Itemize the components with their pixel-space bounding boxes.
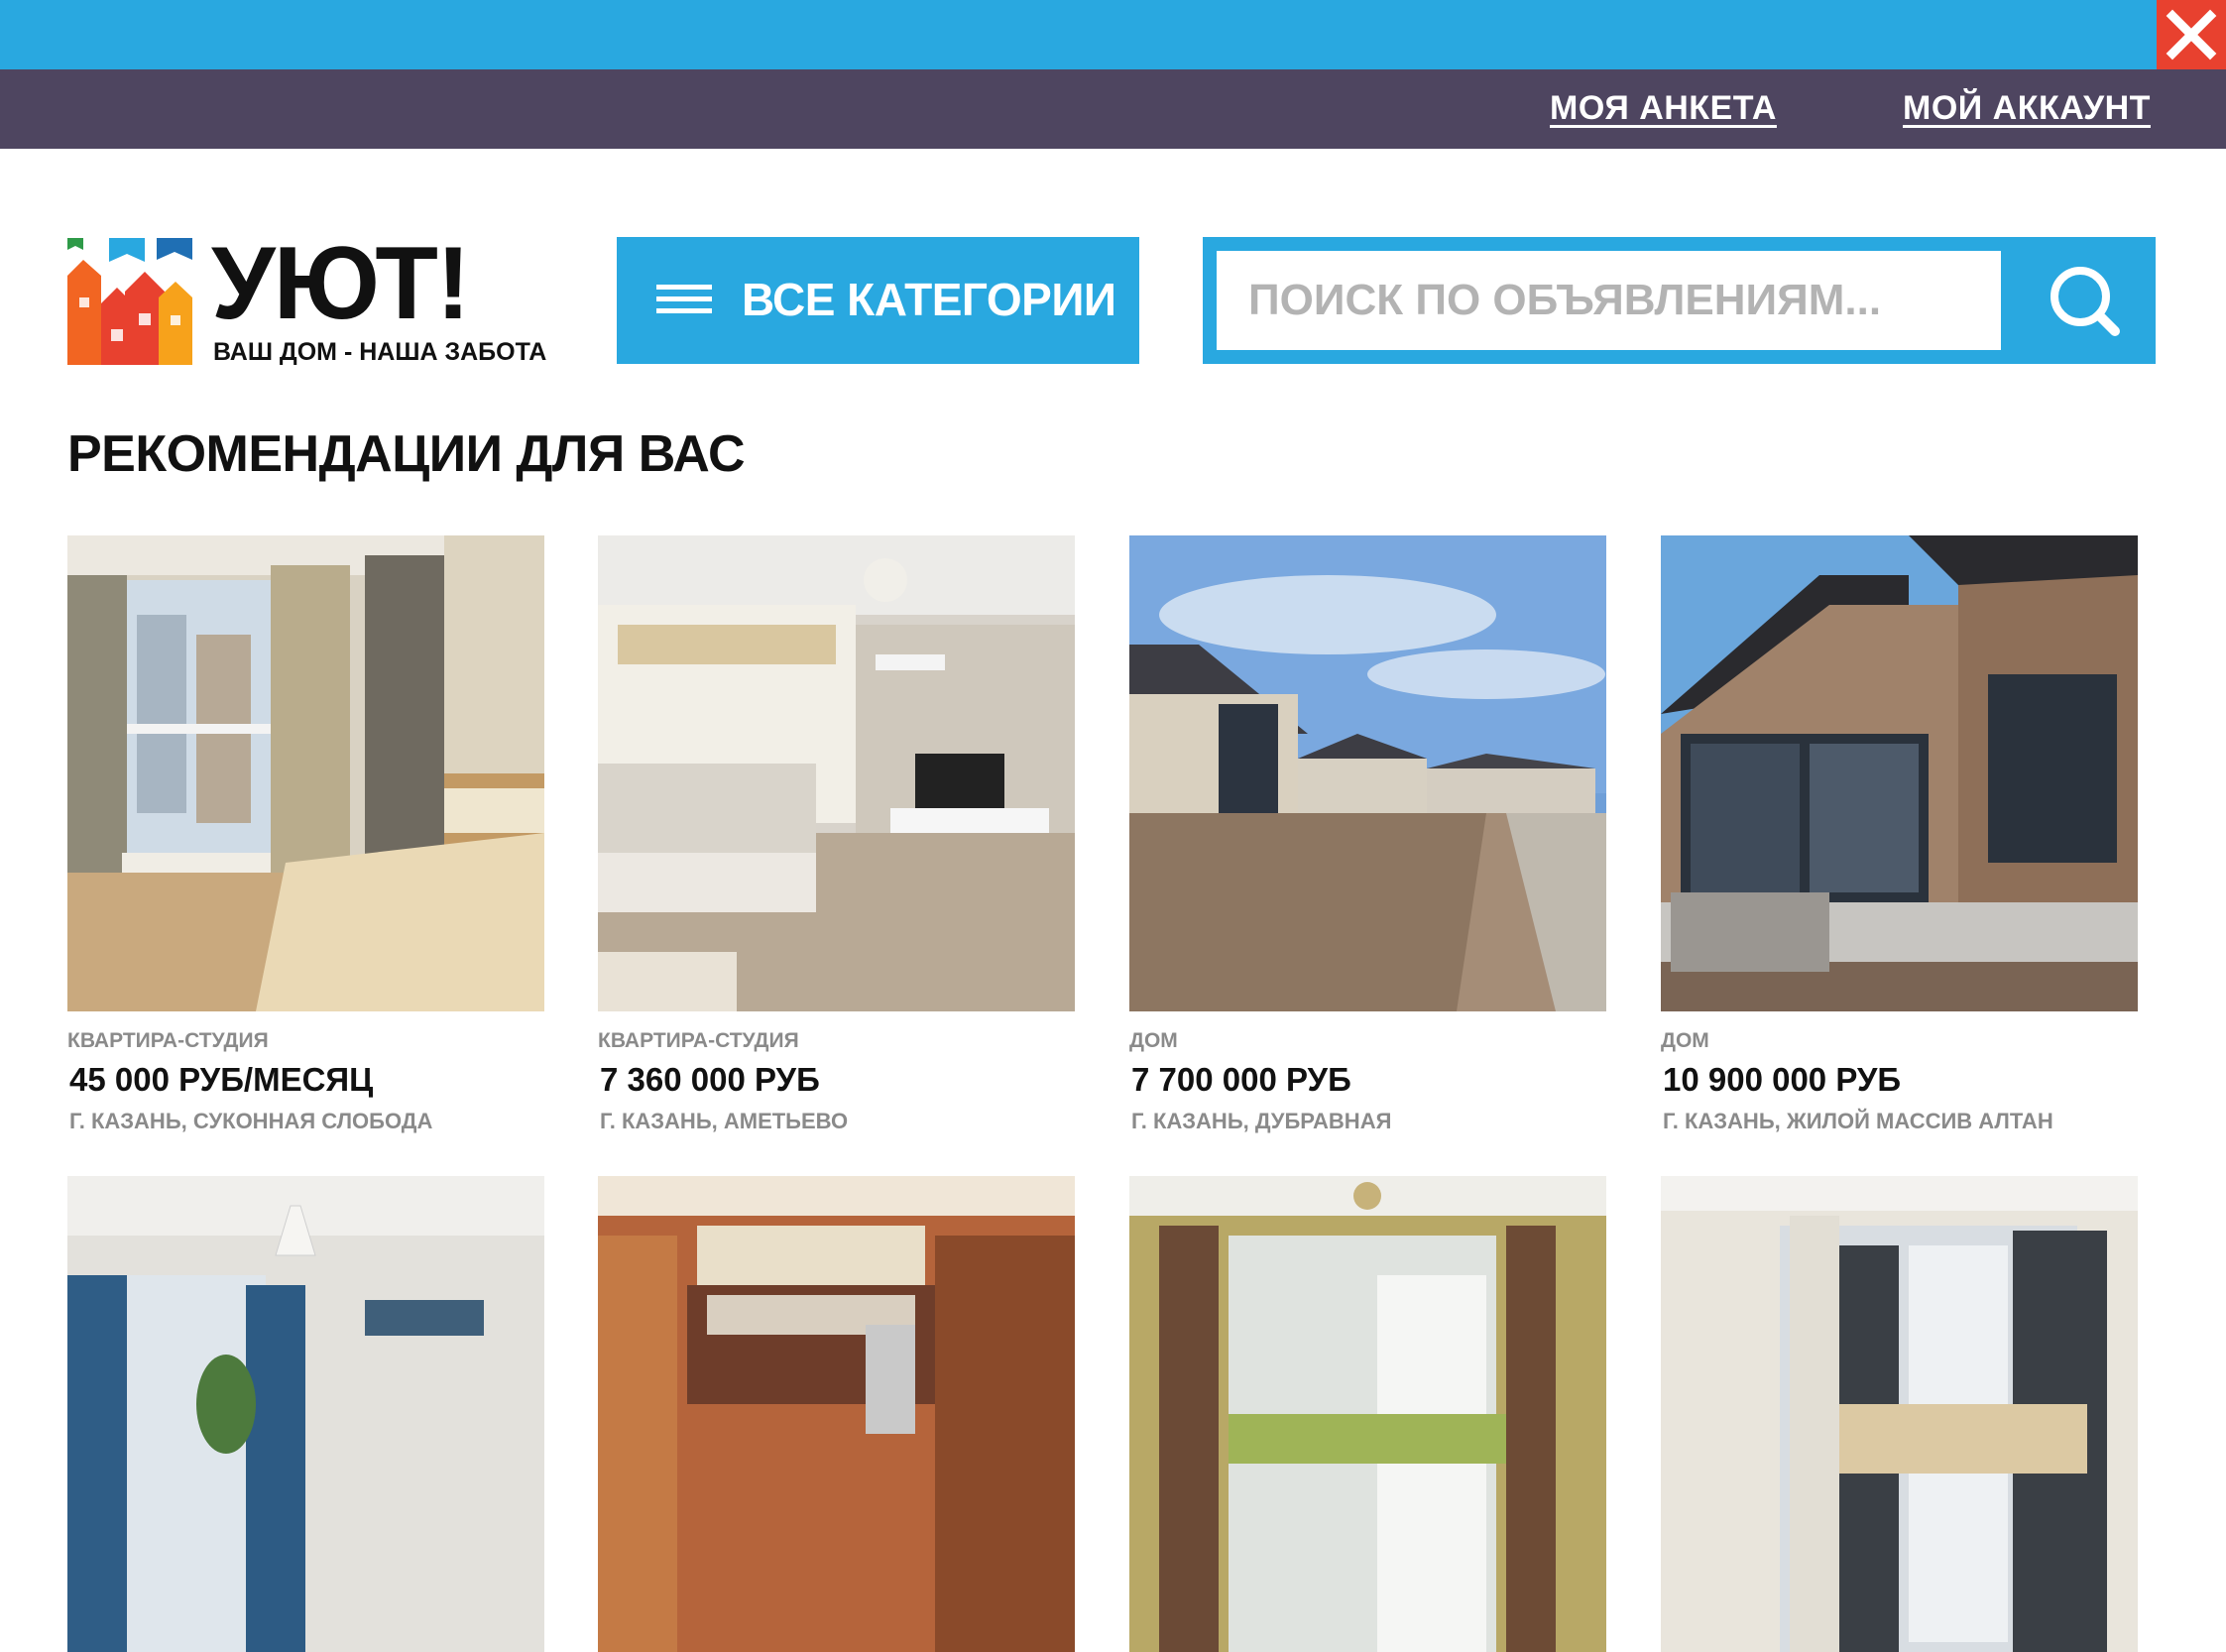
account-nav-bar: МОЯ АНКЕТА МОЙ АККАУНТ — [0, 69, 2226, 149]
search-button[interactable] — [2016, 237, 2156, 364]
search-input[interactable] — [1217, 251, 2001, 350]
listing-photo[interactable] — [67, 1176, 544, 1652]
close-button[interactable] — [2157, 0, 2226, 69]
all-categories-label: ВСЕ КАТЕГОРИИ — [742, 274, 1116, 325]
listing-address: Г. КАЗАНЬ, АМЕТЬЕВО — [600, 1109, 849, 1133]
listing-address: Г. КАЗАНЬ, ЖИЛОЙ МАССИВ АЛТАН — [1663, 1109, 2053, 1133]
listing-address: Г. КАЗАНЬ, СУКОННАЯ СЛОБОДА — [69, 1109, 433, 1133]
my-account-link[interactable]: МОЙ АККАУНТ — [1903, 89, 2151, 128]
listing-price: 45 000 РУБ/МЕСЯЦ — [69, 1061, 374, 1098]
listing-type: ДОМ — [1129, 1029, 1178, 1052]
search-icon — [2050, 267, 2120, 336]
top-banner-bar — [0, 0, 2226, 69]
logo-tagline: ВАШ ДОМ - НАША ЗАБОТА — [213, 338, 547, 366]
listing-photo[interactable] — [1129, 535, 1606, 1011]
site-logo[interactable]: УЮТ! ВАШ ДОМ - НАША ЗАБОТА — [67, 232, 563, 366]
listing-price: 7 700 000 РУБ — [1131, 1061, 1351, 1098]
listing-type: ДОМ — [1661, 1029, 1709, 1052]
logo-title: УЮТ! — [211, 226, 471, 341]
listing-photo[interactable] — [1661, 535, 2138, 1011]
listing-photo[interactable] — [67, 535, 544, 1011]
listing-price: 10 900 000 РУБ — [1663, 1061, 1902, 1098]
close-icon — [2166, 9, 2217, 60]
all-categories-button[interactable]: ВСЕ КАТЕГОРИИ — [617, 237, 1139, 364]
search-bar — [1203, 237, 2156, 364]
my-profile-link[interactable]: МОЯ АНКЕТА — [1550, 89, 1777, 128]
logo-houses-icon — [67, 238, 192, 365]
listing-price: 7 360 000 РУБ — [600, 1061, 820, 1098]
listing-photo[interactable] — [598, 535, 1075, 1011]
menu-icon — [656, 285, 712, 313]
listing-type: КВАРТИРА-СТУДИЯ — [598, 1029, 799, 1052]
listing-photo[interactable] — [1661, 1176, 2138, 1652]
listing-photo[interactable] — [598, 1176, 1075, 1652]
listing-type: КВАРТИРА-СТУДИЯ — [67, 1029, 269, 1052]
listing-address: Г. КАЗАНЬ, ДУБРАВНАЯ — [1131, 1109, 1392, 1133]
listing-photo[interactable] — [1129, 1176, 1606, 1652]
section-title: РЕКОМЕНДАЦИИ ДЛЯ ВАС — [67, 425, 746, 483]
